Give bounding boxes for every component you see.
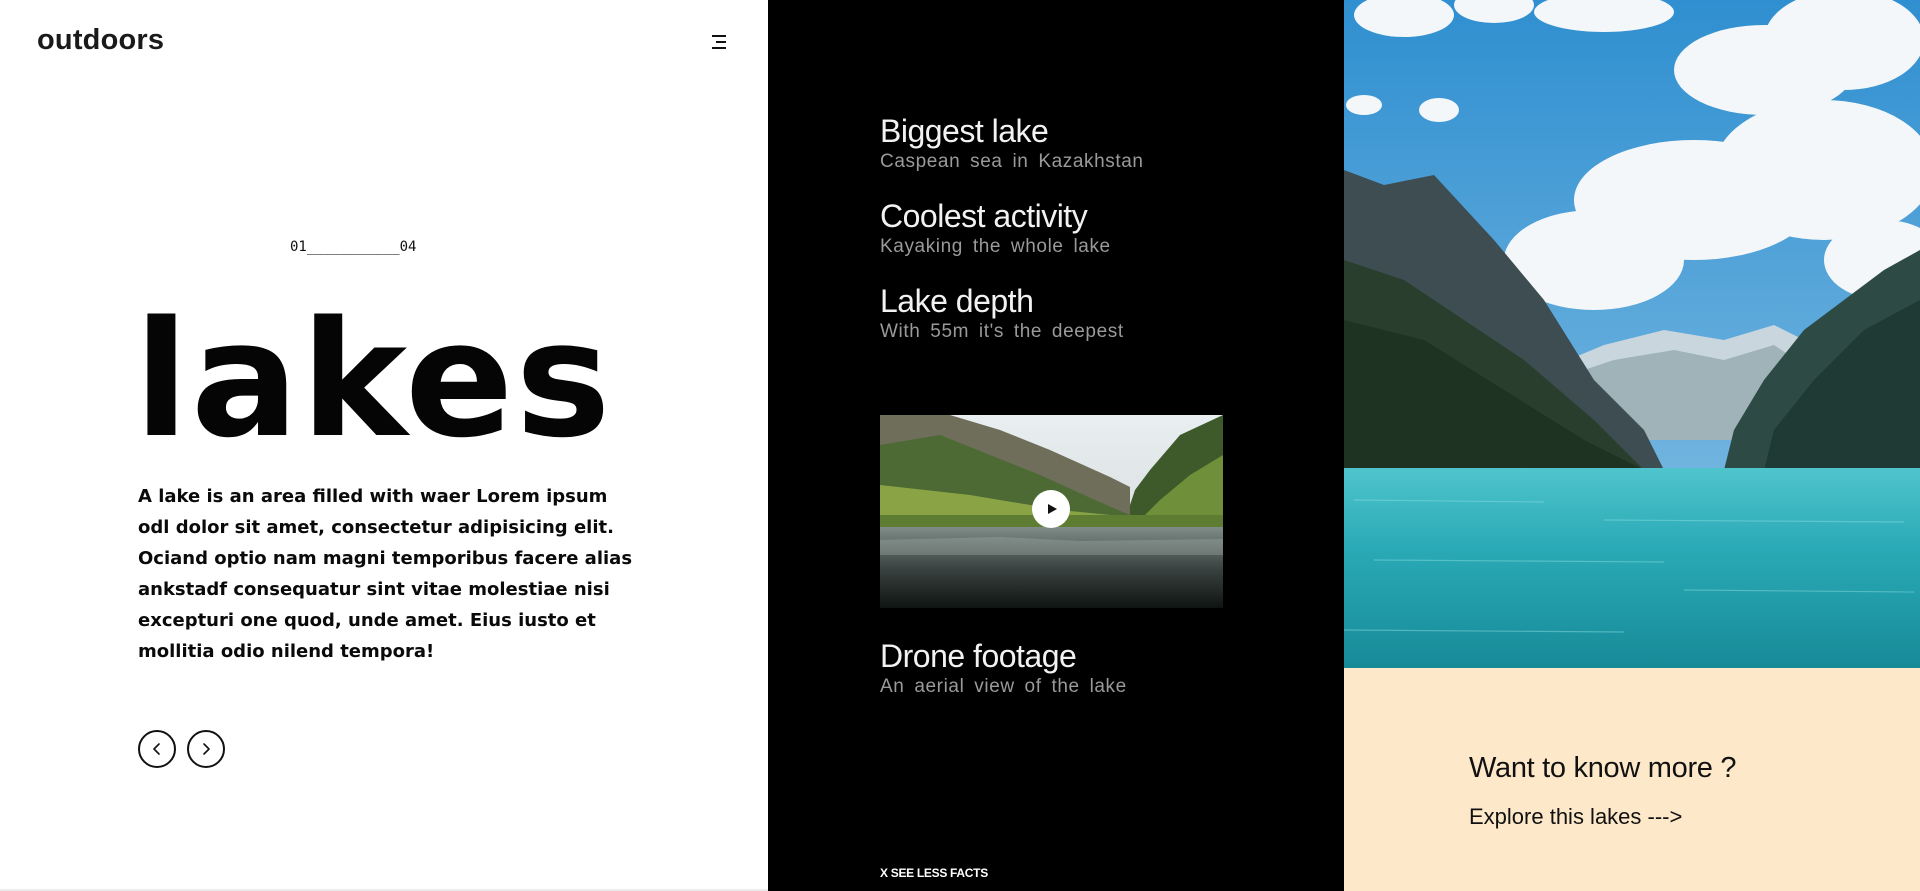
fact-drone-footage: Drone footage An aerial view of the lake: [880, 638, 1127, 698]
fact-subtitle: Caspean sea in Kazakhstan: [880, 151, 1144, 173]
intro-panel: outdoors 01___________04 lakes A lake is…: [0, 0, 768, 891]
lake-landscape-image: [1344, 0, 1920, 668]
gallery-panel: Want to know more ? Explore this lakes -…: [1344, 0, 1920, 891]
play-button[interactable]: [1032, 490, 1070, 528]
chevron-right-icon: [203, 743, 210, 755]
see-less-facts-button[interactable]: X SEE LESS FACTS: [880, 866, 988, 880]
slide-counter: 01___________04: [290, 239, 417, 255]
hero-description: A lake is an area filled with waer Lorem…: [138, 486, 633, 662]
page-title: lakes: [134, 286, 613, 473]
play-icon: [1048, 504, 1057, 514]
chevron-left-icon: [153, 743, 160, 755]
brand-logo[interactable]: outdoors: [37, 24, 164, 57]
fact-lake-depth: Lake depth With 55m it's the deepest: [880, 283, 1124, 343]
prev-slide-button[interactable]: [138, 730, 176, 768]
fact-title: Coolest activity: [880, 198, 1088, 234]
fact-coolest-activity: Coolest activity Kayaking the whole lake: [880, 198, 1111, 258]
lake-photo: [1344, 0, 1920, 668]
menu-icon[interactable]: [712, 34, 728, 50]
fact-subtitle: An aerial view of the lake: [880, 676, 1127, 698]
next-slide-button[interactable]: [187, 730, 225, 768]
fact-title: Drone footage: [880, 638, 1077, 674]
fact-biggest-lake: Biggest lake Caspean sea in Kazakhstan: [880, 113, 1144, 173]
explore-lakes-link[interactable]: Explore this lakes --->: [1469, 804, 1682, 830]
cta-title: Want to know more ?: [1469, 752, 1737, 784]
facts-panel: Biggest lake Caspean sea in Kazakhstan C…: [768, 0, 1344, 891]
cta-section: Want to know more ? Explore this lakes -…: [1344, 668, 1920, 891]
fact-subtitle: Kayaking the whole lake: [880, 236, 1111, 258]
fact-title: Lake depth: [880, 283, 1034, 319]
fact-title: Biggest lake: [880, 113, 1049, 149]
drone-video-thumbnail[interactable]: [880, 415, 1223, 608]
fact-subtitle: With 55m it's the deepest: [880, 321, 1124, 343]
slide-navigation: [138, 730, 225, 768]
